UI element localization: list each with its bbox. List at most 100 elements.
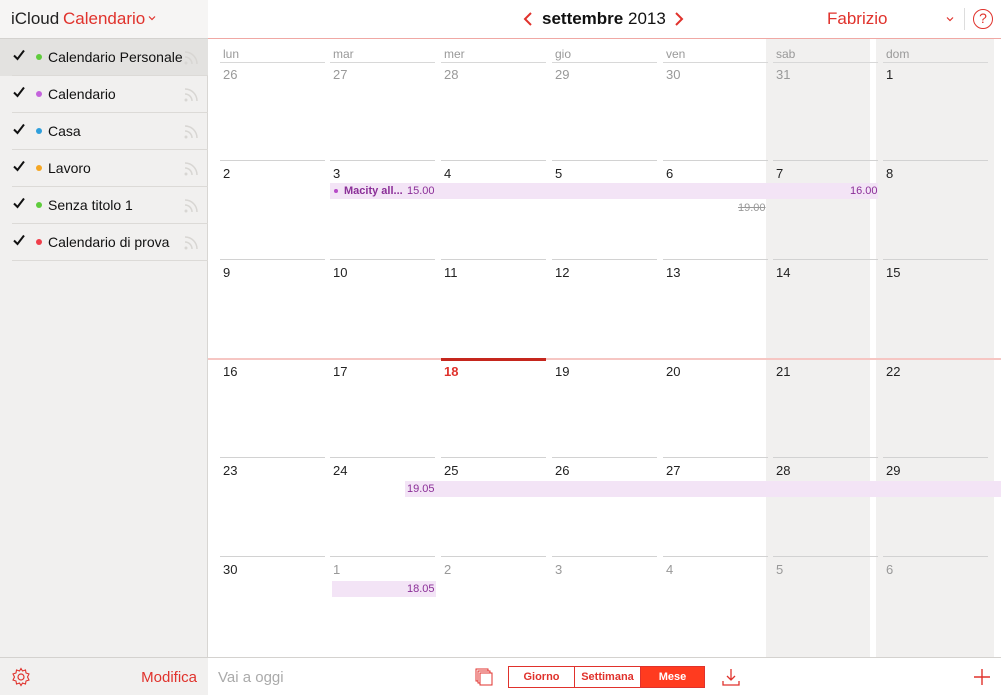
checkmark-icon[interactable] [12, 48, 26, 62]
day-number: 14 [776, 265, 791, 280]
day-cell[interactable] [552, 556, 657, 654]
event-start-time: 15.00 [407, 185, 435, 197]
day-cell[interactable] [441, 160, 546, 258]
event-dot [334, 189, 338, 193]
event-title: Macity all... [344, 185, 403, 197]
calendar-item[interactable]: Calendario di prova [0, 224, 208, 261]
calendar-color-dot [36, 202, 42, 208]
share-icon[interactable] [183, 196, 201, 214]
calendar-item[interactable]: Calendario [0, 76, 208, 113]
day-cell[interactable] [883, 556, 988, 654]
calendar-item[interactable]: Calendario Personale [0, 39, 208, 76]
day-number: 13 [666, 265, 681, 280]
day-cell[interactable] [441, 556, 546, 654]
day-number: 6 [666, 166, 674, 181]
day-cell[interactable] [773, 160, 878, 258]
share-icon[interactable] [183, 48, 201, 66]
checkmark-icon[interactable] [12, 85, 26, 99]
day-cell[interactable] [773, 556, 878, 654]
day-number: 2 [223, 166, 231, 181]
sidebar-footer: Modifica [0, 657, 208, 695]
calendar-name: Casa [48, 123, 81, 139]
day-cell[interactable] [883, 160, 988, 258]
calendar-color-dot [36, 128, 42, 134]
checkmark-icon[interactable] [12, 233, 26, 247]
day-number: 6 [886, 562, 894, 577]
day-number: 30 [223, 562, 238, 577]
calendar-item[interactable]: Lavoro [0, 150, 208, 187]
app-switcher[interactable]: Calendario [63, 9, 145, 29]
day-number: 1 [333, 562, 341, 577]
event-end-time: 16.00 [850, 185, 878, 197]
event-bar[interactable]: 19.05 [405, 481, 1001, 497]
view-month-button[interactable]: Mese [640, 666, 705, 688]
edit-button[interactable]: Modifica [141, 669, 197, 686]
day-number: 11 [444, 265, 458, 280]
gear-icon[interactable] [11, 667, 31, 687]
day-number: 27 [666, 463, 681, 478]
help-button[interactable]: ? [973, 9, 993, 29]
download-icon[interactable] [721, 667, 741, 687]
share-icon[interactable] [183, 233, 201, 251]
calendars-icon[interactable] [475, 668, 493, 686]
chevron-right-icon[interactable] [672, 11, 686, 27]
day-number: 12 [555, 265, 570, 280]
share-icon[interactable] [183, 159, 201, 177]
share-icon[interactable] [183, 122, 201, 140]
day-number: 21 [776, 364, 791, 379]
day-cell[interactable] [883, 61, 988, 159]
day-cell[interactable] [330, 160, 435, 258]
today-indicator [441, 358, 546, 361]
event-bar[interactable]: Macity all... 15.00 16.00 [330, 183, 878, 199]
user-menu[interactable]: Fabrizio [827, 9, 887, 29]
event-bar[interactable]: 18.05 [332, 581, 436, 597]
view-week-button[interactable]: Settimana [574, 666, 641, 688]
calendar-item[interactable]: Casa [0, 113, 208, 150]
calendar-color-dot [36, 91, 42, 97]
chevron-left-icon[interactable] [521, 11, 535, 27]
chevron-down-icon[interactable] [148, 14, 156, 22]
day-number: 20 [666, 364, 681, 379]
calendar-name: Calendario Personale [48, 49, 183, 65]
current-year: 2013 [628, 9, 666, 28]
day-number: 10 [333, 265, 348, 280]
calendar-item[interactable]: Senza titolo 1 [0, 187, 208, 224]
chevron-down-icon[interactable] [946, 15, 954, 23]
checkmark-icon[interactable] [12, 159, 26, 173]
day-number: 19 [555, 364, 570, 379]
day-number: 23 [223, 463, 238, 478]
event-time[interactable]: 19.00 [738, 202, 766, 214]
day-number: 29 [555, 67, 570, 82]
day-number: 28 [444, 67, 459, 82]
day-number: 5 [776, 562, 784, 577]
bottom-toolbar: Vai a oggi Giorno Settimana Mese [208, 657, 1001, 695]
day-cell[interactable] [663, 556, 768, 654]
calendar-color-dot [36, 239, 42, 245]
calendar-name: Lavoro [48, 160, 91, 176]
event-start-time: 19.05 [407, 483, 435, 495]
sidebar: iCloud Calendario Calendario Personale Ca… [0, 0, 208, 695]
day-number: 3 [333, 166, 341, 181]
calendar-color-dot [36, 54, 42, 60]
day-cell[interactable] [552, 160, 657, 258]
day-number: 7 [776, 166, 784, 181]
checkmark-icon[interactable] [12, 122, 26, 136]
share-icon[interactable] [183, 85, 201, 103]
day-cell[interactable] [330, 556, 435, 654]
day-number: 5 [555, 166, 563, 181]
view-day-button[interactable]: Giorno [508, 666, 575, 688]
day-number: 30 [666, 67, 681, 82]
checkmark-icon[interactable] [12, 196, 26, 210]
day-cell[interactable] [220, 160, 325, 258]
calendar-name: Calendario di prova [48, 234, 170, 250]
calendar-name: Senza titolo 1 [48, 197, 133, 213]
go-to-today-button[interactable]: Vai a oggi [218, 669, 284, 686]
day-number: 28 [776, 463, 791, 478]
day-number: 17 [333, 364, 348, 379]
day-number: 26 [555, 463, 570, 478]
day-number: 22 [886, 364, 901, 379]
add-event-icon[interactable] [972, 667, 992, 687]
weekday-header: mar [333, 47, 354, 61]
day-number: 2 [444, 562, 452, 577]
day-cell[interactable] [220, 259, 325, 357]
